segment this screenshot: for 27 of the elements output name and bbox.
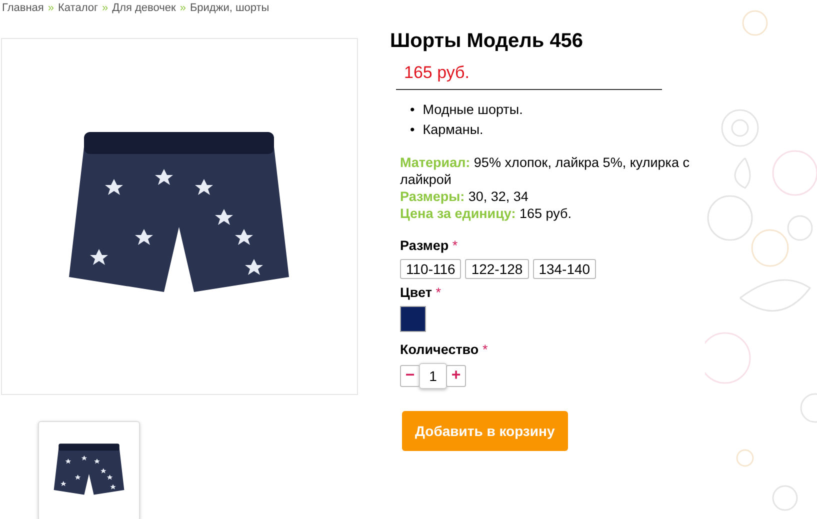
breadcrumb-separator: » <box>48 2 54 14</box>
size-option[interactable]: 122-128 <box>465 259 529 279</box>
feature-item: Модные шорты. <box>422 101 523 119</box>
size-option[interactable]: 110-116 <box>400 259 462 279</box>
breadcrumb-link[interactable]: Для девочек <box>112 2 176 14</box>
breadcrumb-link[interactable]: Бриджи, шорты <box>190 2 270 14</box>
product-title: Шорты Модель 456 <box>390 30 584 53</box>
bullet: • <box>410 101 415 119</box>
spec-line: Материал: 95% хлопок, лайкра 5%, кулирка с лайкрой <box>400 154 690 188</box>
spec-line: Цена за единицу: 165 руб. <box>400 205 572 222</box>
price: 165 руб. <box>396 63 662 90</box>
breadcrumb-separator: » <box>102 2 108 14</box>
increase-button[interactable]: + <box>446 365 466 387</box>
decrease-button[interactable]: − <box>400 365 420 387</box>
size-label: Размер * <box>400 238 459 253</box>
breadcrumb-link[interactable]: Главная <box>2 2 44 14</box>
quantity-field[interactable]: 1 <box>419 363 447 389</box>
feature-item: Карманы. <box>422 121 484 139</box>
color-label: Цвет * <box>400 285 442 300</box>
breadcrumb-link[interactable]: Каталог <box>58 2 98 14</box>
spec-line: Размеры: 30, 32, 34 <box>400 188 530 205</box>
size-option[interactable]: 134-140 <box>532 259 596 279</box>
breadcrumb-separator: » <box>180 2 186 14</box>
quantity-label: Количество * <box>400 342 489 357</box>
bullet: • <box>410 121 415 139</box>
thumbnail[interactable] <box>38 421 140 519</box>
color-swatch[interactable] <box>400 306 426 332</box>
